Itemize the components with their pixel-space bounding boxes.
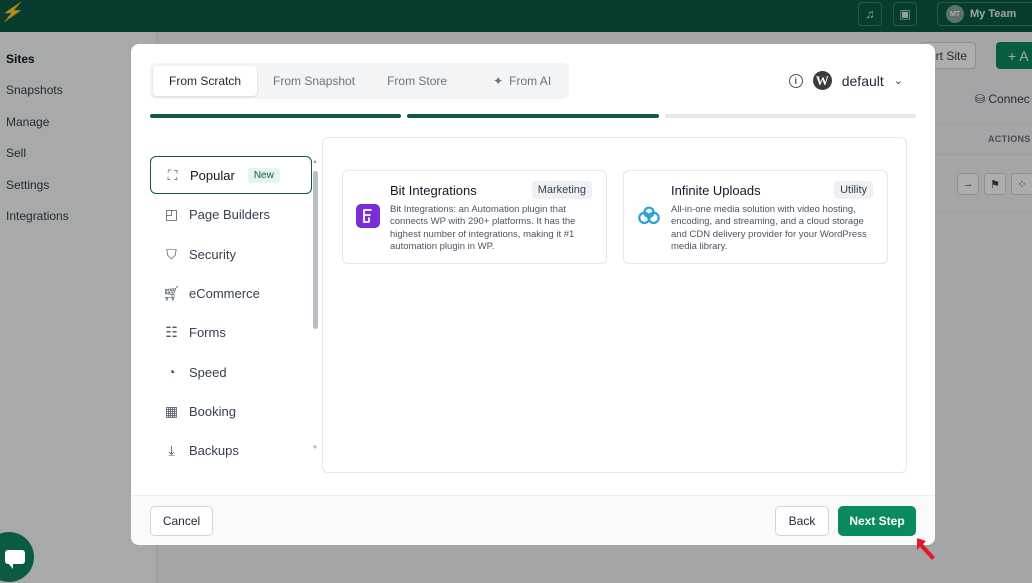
popular-icon: ⛶	[167, 166, 178, 183]
progress-step-3	[665, 114, 916, 118]
category-security[interactable]: ⛉ Security	[150, 235, 312, 273]
category-label: Forms	[189, 324, 226, 340]
modal-footer: Cancel Back Next Step	[131, 495, 935, 545]
category-backups[interactable]: ⤓ Backups	[150, 431, 312, 459]
category-label: Backups	[189, 442, 239, 458]
category-speed[interactable]: ◔ Speed	[150, 353, 312, 391]
category-ecommerce[interactable]: 🛒︎ eCommerce	[150, 274, 312, 312]
plugin-grid: Bit Integrations Marketing Bit Integrati…	[322, 137, 907, 473]
category-list: ⛶ Popular New ◰ Page Builders ⛉ Security…	[150, 154, 323, 459]
sparkle-icon: ✦	[493, 74, 504, 88]
category-label: Security	[189, 246, 236, 262]
tab-label: From Scratch	[169, 74, 242, 88]
page-builders-icon: ◰	[164, 205, 179, 222]
tab-label: From AI	[509, 74, 552, 88]
pointer-arrow-icon	[917, 538, 935, 560]
scrollbar-thumb[interactable]	[313, 171, 318, 329]
category-booking[interactable]: ▦ Booking	[150, 392, 312, 430]
cart-icon: 🛒︎	[162, 284, 181, 301]
scroll-up-icon[interactable]: ▲	[312, 159, 318, 165]
chevron-down-icon[interactable]: ⌄	[894, 74, 903, 87]
plugin-tag: Utility	[834, 181, 873, 199]
create-site-modal: From Scratch From Snapshot From Store ✦ F…	[131, 44, 935, 545]
info-icon[interactable]: i	[788, 73, 803, 88]
plugin-description: All-in-one media solution with video hos…	[671, 204, 867, 253]
forms-icon: ☷	[165, 323, 178, 340]
category-label: eCommerce	[189, 285, 260, 301]
plugin-title: Infinite Uploads	[671, 183, 761, 198]
tab-from-store[interactable]: From Store	[371, 66, 463, 96]
source-tabs: From Scratch From Snapshot From Store ✦ F…	[150, 63, 569, 99]
category-label: Speed	[189, 364, 227, 380]
progress-step-2	[407, 114, 659, 118]
tab-from-ai[interactable]: ✦ From AI	[477, 66, 567, 96]
wp-version-area: i W default ⌄	[788, 71, 903, 90]
plugin-tag: Marketing	[531, 181, 592, 199]
tab-label: From Snapshot	[273, 74, 356, 88]
category-label: Booking	[189, 403, 236, 419]
tab-label: From Store	[387, 74, 448, 88]
plugin-card-bit-integrations[interactable]: Bit Integrations Marketing Bit Integrati…	[342, 170, 607, 264]
plugin-title: Bit Integrations	[390, 183, 477, 198]
scroll-down-icon[interactable]: ▼	[312, 445, 318, 451]
category-label: Page Builders	[189, 206, 270, 222]
wordpress-icon: W	[812, 71, 832, 90]
progress-step-1	[150, 114, 401, 118]
wp-version-select[interactable]: default	[842, 73, 884, 89]
category-label: Popular	[190, 167, 235, 183]
back-button[interactable]: Back	[775, 506, 829, 536]
calendar-icon: ▦	[164, 402, 179, 419]
backup-icon: ⤓	[168, 441, 175, 458]
speed-icon: ◔	[167, 364, 176, 380]
chat-icon	[5, 550, 25, 569]
next-step-button[interactable]: Next Step	[838, 506, 916, 536]
cancel-button[interactable]: Cancel	[150, 506, 213, 536]
tab-from-scratch[interactable]: From Scratch	[153, 66, 258, 96]
bit-integrations-logo-icon	[356, 204, 380, 228]
tab-from-snapshot[interactable]: From Snapshot	[257, 66, 371, 96]
new-badge: New	[247, 167, 280, 183]
plugin-description: Bit Integrations: an Automation plugin t…	[390, 204, 576, 253]
shield-icon: ⛉	[166, 245, 177, 262]
category-scrollbar[interactable]: ▲ ▼	[310, 157, 321, 455]
plugin-card-infinite-uploads[interactable]: Infinite Uploads Utility All-in-one medi…	[623, 170, 888, 264]
category-popular[interactable]: ⛶ Popular New	[150, 156, 312, 194]
category-forms[interactable]: ☷ Forms	[150, 313, 312, 351]
infinite-uploads-logo-icon	[637, 204, 661, 228]
category-page-builders[interactable]: ◰ Page Builders	[150, 195, 312, 233]
